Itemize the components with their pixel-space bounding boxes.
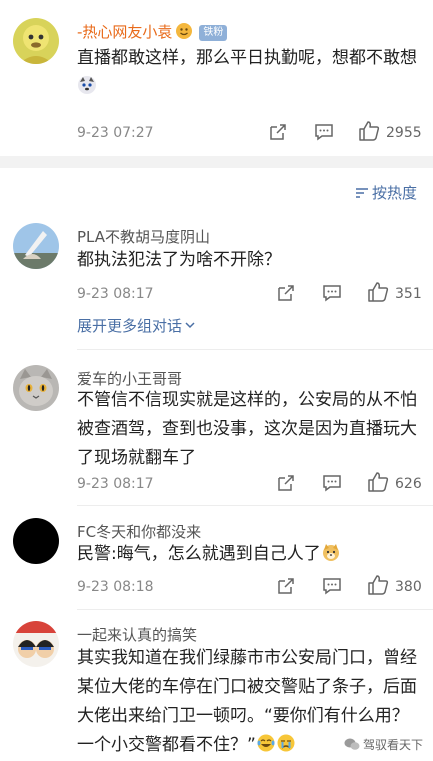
expand-replies-label: 展开更多组对话 [77,317,183,335]
like-icon[interactable] [367,471,389,493]
comment-date: 9-23 07:27 [77,125,154,141]
like-count: 626 [395,476,422,492]
comment-text: 不管信不信现实就是这样的，公安局的从不怕被查酒驾，查到也没事，这次是因为直播玩大… [77,390,417,468]
cry-emoji-icon [276,733,296,753]
avatar[interactable] [13,365,59,411]
comment-text: 都执法犯法了为啥不开除？ [77,250,281,270]
husky-emoji-icon [77,75,97,95]
comment-date: 9-23 08:17 [77,476,154,492]
reply-icon[interactable] [322,576,342,596]
comment-text: 直播都敢这样，那么平日执勤呢，想都不敢想 [77,44,422,102]
avatar[interactable] [13,621,59,667]
avatar[interactable] [13,518,59,564]
reply-icon[interactable] [322,283,342,303]
avatar[interactable] [13,18,59,64]
username[interactable]: FC冬天和你都没来 [77,521,201,542]
like-count: 2955 [386,125,422,141]
like-count: 380 [395,579,422,595]
like-icon[interactable] [367,574,389,596]
expand-replies-link[interactable]: 展开更多组对话 [77,315,196,336]
comment-text-content: 直播都敢这样，那么平日执勤呢，想都不敢想 [77,48,417,68]
chevron-down-icon [185,322,195,329]
divider [77,349,433,350]
username[interactable]: PLA不教胡马度阴山 [77,226,210,247]
sort-icon [355,188,368,198]
share-icon[interactable] [276,283,296,303]
watermark-text: 驾驭看天下 [362,738,423,752]
sort-label: 按热度 [371,184,417,202]
divider [77,505,433,506]
sort-by-hot-button[interactable]: 按热度 [355,182,417,203]
username[interactable]: -热心网友小袁 铁粉 [77,21,228,42]
fan-emoji-icon [175,22,195,42]
watermark: 驾驭看天下 [344,736,423,753]
comment-text-content: 民警:晦气，怎么就遇到自己人了 [77,544,321,564]
username-text[interactable]: -热心网友小袁 [77,23,172,41]
username[interactable]: 一起来认真的搞笑 [77,624,197,645]
avatar[interactable] [13,223,59,269]
wechat-icon [344,738,360,750]
share-icon[interactable] [276,473,296,493]
laugh-cry-emoji-icon [256,733,276,753]
shiba-emoji-icon [321,542,341,562]
share-icon[interactable] [276,576,296,596]
like-icon[interactable] [367,281,389,303]
comment-date: 9-23 08:17 [77,286,154,302]
reply-icon[interactable] [322,473,342,493]
like-icon[interactable] [358,120,380,142]
share-icon[interactable] [268,122,288,142]
comment-date: 9-23 08:18 [77,579,154,595]
like-count: 351 [395,286,422,302]
divider [77,609,433,610]
section-divider [0,156,433,168]
comment-text: 民警:晦气，怎么就遇到自己人了 [77,540,422,569]
fan-badge: 铁粉 [199,24,228,41]
reply-icon[interactable] [314,122,334,142]
